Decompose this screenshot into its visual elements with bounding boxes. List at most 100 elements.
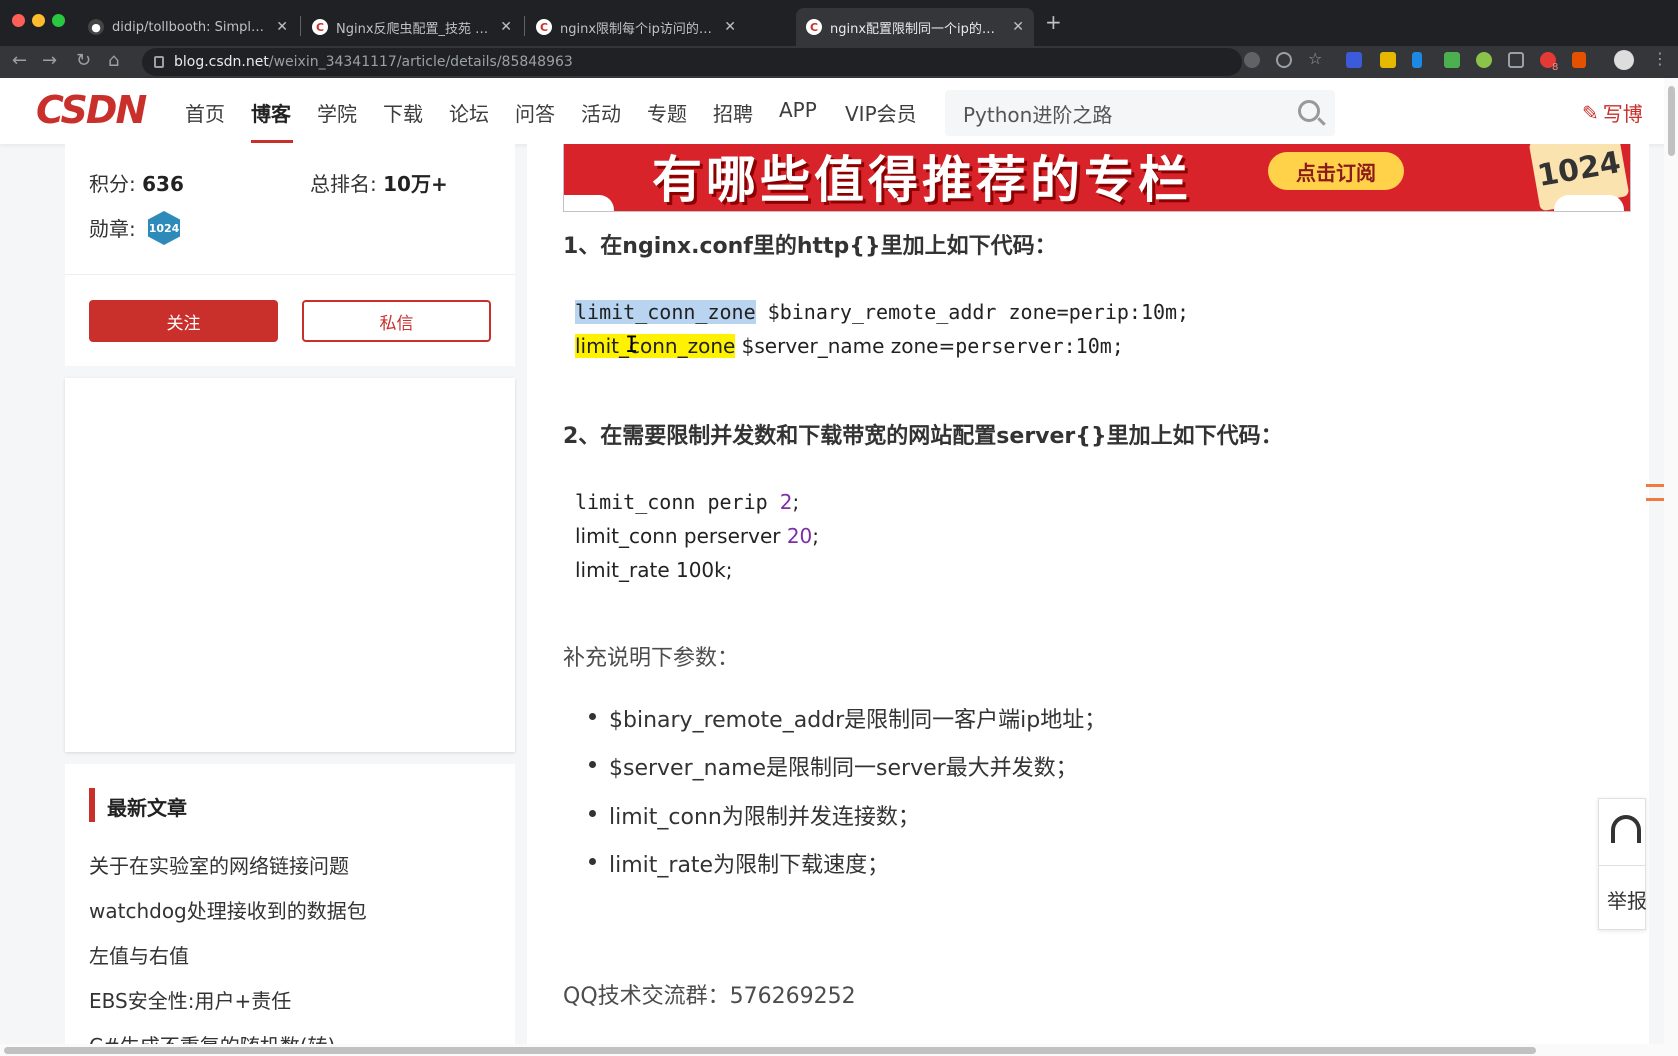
zoom-icon[interactable] <box>1276 52 1292 68</box>
browser-tab-bar: ● didip/tollbooth: Simple middlew ✕ C Ng… <box>0 0 1678 46</box>
vertical-scrollbar[interactable] <box>1664 78 1678 1044</box>
github-icon: ● <box>88 19 104 35</box>
csdn-icon: C <box>536 19 552 35</box>
recent-article-link[interactable]: 关于在实验室的网络链接问题 <box>89 850 349 879</box>
close-icon[interactable]: ✕ <box>724 19 736 35</box>
vertical-scrollbar-thumb[interactable] <box>1668 86 1675 156</box>
nav-download[interactable]: 下载 <box>383 98 423 127</box>
qq-group-text: QQ技术交流群：576269252 <box>563 984 856 1009</box>
recent-article-link[interactable]: 左值与右值 <box>89 940 189 969</box>
browser-tab-1[interactable]: ● didip/tollbooth: Simple middlew ✕ <box>78 8 298 46</box>
score-stat: 积分: 636 <box>89 172 184 196</box>
tab-separator <box>524 16 525 36</box>
translate-icon[interactable] <box>1244 52 1260 68</box>
profile-avatar[interactable] <box>1614 50 1634 70</box>
private-message-button[interactable]: 私信 <box>302 300 491 342</box>
window-close-button[interactable] <box>12 14 25 27</box>
scroll-marker <box>1646 498 1664 501</box>
cloud-decoration <box>564 195 614 211</box>
section-heading-1: 1、在nginx.conf里的http{}里加上如下代码： <box>563 234 1057 259</box>
floating-tools-panel: 举报 <box>1598 798 1647 930</box>
back-arrow-icon[interactable]: ← <box>12 50 27 71</box>
nav-forum[interactable]: 论坛 <box>449 98 489 127</box>
extension-jh-icon[interactable] <box>1346 52 1362 68</box>
banner-title: 有哪些值得推荐的专栏 <box>652 151 1192 209</box>
pen-icon: ✎ <box>1582 100 1599 125</box>
bookmark-star-icon[interactable]: ☆ <box>1308 49 1324 68</box>
note-title: 补充说明下参数： <box>563 646 740 671</box>
param-list-item: $binary_remote_addr是限制同一客户端ip地址； <box>588 702 1106 734</box>
nav-events[interactable]: 活动 <box>581 98 621 127</box>
browser-tab-4-active[interactable]: C nginx配置限制同一个ip的访问频 ✕ <box>796 8 1034 46</box>
recent-article-link[interactable]: C#生成不重复的随机数(转) <box>89 1030 335 1044</box>
recent-article-link[interactable]: watchdog处理接收到的数据包 <box>89 895 367 924</box>
extension-highlighter-icon[interactable] <box>1380 52 1396 68</box>
forward-arrow-icon[interactable]: → <box>42 50 57 71</box>
report-button[interactable]: 举报 <box>1607 885 1647 914</box>
ad-placeholder <box>65 378 515 752</box>
param-list-item: $server_name是限制同一server最大并发数； <box>589 750 1078 782</box>
extension-green-icon[interactable] <box>1444 52 1460 68</box>
home-icon[interactable]: ⌂ <box>108 50 119 71</box>
horizontal-scrollbar-thumb[interactable] <box>4 1047 1536 1054</box>
reload-icon[interactable]: ↻ <box>76 50 91 71</box>
medal-label: 勋章: <box>89 217 136 241</box>
recent-article-link[interactable]: EBS安全性:用户+责任 <box>89 985 291 1014</box>
tab-separator <box>300 16 301 36</box>
nav-home[interactable]: 首页 <box>185 98 225 127</box>
nav-vip[interactable]: VIP会员 <box>845 98 917 127</box>
site-header: CSDN 首页 博客 学院 下载 论坛 问答 活动 专题 招聘 APP VIP会… <box>0 78 1678 144</box>
code-line: limit_rate 100k; <box>575 558 733 582</box>
follow-button[interactable]: 关注 <box>89 300 278 342</box>
browser-tab-2[interactable]: C Nginx反爬虫配置_技苑 | pengxi ✕ <box>302 8 522 46</box>
code-line: limit_conn perip 2; <box>575 490 800 514</box>
write-blog-link[interactable]: ✎ 写博 <box>1582 98 1643 127</box>
recent-articles-title: 最新文章 <box>107 796 187 820</box>
nav-jobs[interactable]: 招聘 <box>713 98 753 127</box>
close-icon[interactable]: ✕ <box>276 19 288 35</box>
url-host: blog.csdn.net <box>174 54 269 70</box>
code-keyword-selected: limit_conn_zone <box>575 300 756 324</box>
extension-badge: 8 <box>1552 62 1559 73</box>
extension-cursor-icon[interactable] <box>1412 52 1422 68</box>
search-placeholder: Python进阶之路 <box>963 102 1113 127</box>
more-menu-icon[interactable]: ⋮ <box>1652 49 1668 68</box>
csdn-logo[interactable]: CSDN <box>36 88 147 132</box>
param-list-item: limit_conn为限制并发连接数； <box>589 799 920 831</box>
promo-banner[interactable]: 有哪些值得推荐的专栏 点击订阅 1024 <box>563 144 1631 212</box>
divider <box>1599 865 1645 866</box>
extension-circle-icon[interactable] <box>1476 52 1492 68</box>
close-icon[interactable]: ✕ <box>500 19 512 35</box>
active-nav-underline <box>251 140 293 143</box>
code-line: limit_conn_zone $server_name zone=perser… <box>575 334 1124 358</box>
close-icon[interactable]: ✕ <box>1012 19 1024 35</box>
cloud-decoration <box>1554 195 1624 211</box>
text-cursor-icon: I <box>625 333 639 358</box>
search-input[interactable]: Python进阶之路 <box>945 90 1335 136</box>
csdn-icon: C <box>312 19 328 35</box>
lock-icon <box>154 56 164 68</box>
nav-topics[interactable]: 专题 <box>647 98 687 127</box>
code-line: limit_conn perserver 20; <box>575 524 820 548</box>
nav-qa[interactable]: 问答 <box>515 98 555 127</box>
address-bar[interactable]: blog.csdn.net/weixin_34341117/article/de… <box>142 48 1242 76</box>
nav-app[interactable]: APP <box>779 98 817 122</box>
headset-icon[interactable] <box>1611 815 1641 843</box>
rank-stat: 总排名: 10万+ <box>310 172 448 196</box>
window-minimize-button[interactable] <box>32 14 45 27</box>
section-heading-2: 2、在需要限制并发数和下载带宽的网站配置server{}里加上如下代码： <box>563 424 1283 449</box>
code-line: limit_conn_zone $binary_remote_addr zone… <box>575 300 1190 324</box>
banner-subscribe-button[interactable]: 点击订阅 <box>1268 152 1404 190</box>
nav-blog[interactable]: 博客 <box>251 98 291 127</box>
recent-article-clip: C#生成不重复的随机数(转) <box>65 1030 515 1044</box>
divider <box>65 274 515 275</box>
param-list-item: limit_rate为限制下载速度； <box>588 847 889 879</box>
new-tab-button[interactable]: + <box>1045 10 1062 34</box>
extension-menu-icon[interactable] <box>1572 52 1586 68</box>
nav-academy[interactable]: 学院 <box>317 98 357 127</box>
window-zoom-button[interactable] <box>52 14 65 27</box>
extension-edit-icon[interactable] <box>1508 52 1524 68</box>
browser-tab-3[interactable]: C nginx限制每个ip访问的频率和并 ✕ <box>526 8 746 46</box>
search-icon[interactable] <box>1298 100 1320 122</box>
browser-toolbar: ← → ↻ ⌂ blog.csdn.net/weixin_34341117/ar… <box>0 46 1678 78</box>
